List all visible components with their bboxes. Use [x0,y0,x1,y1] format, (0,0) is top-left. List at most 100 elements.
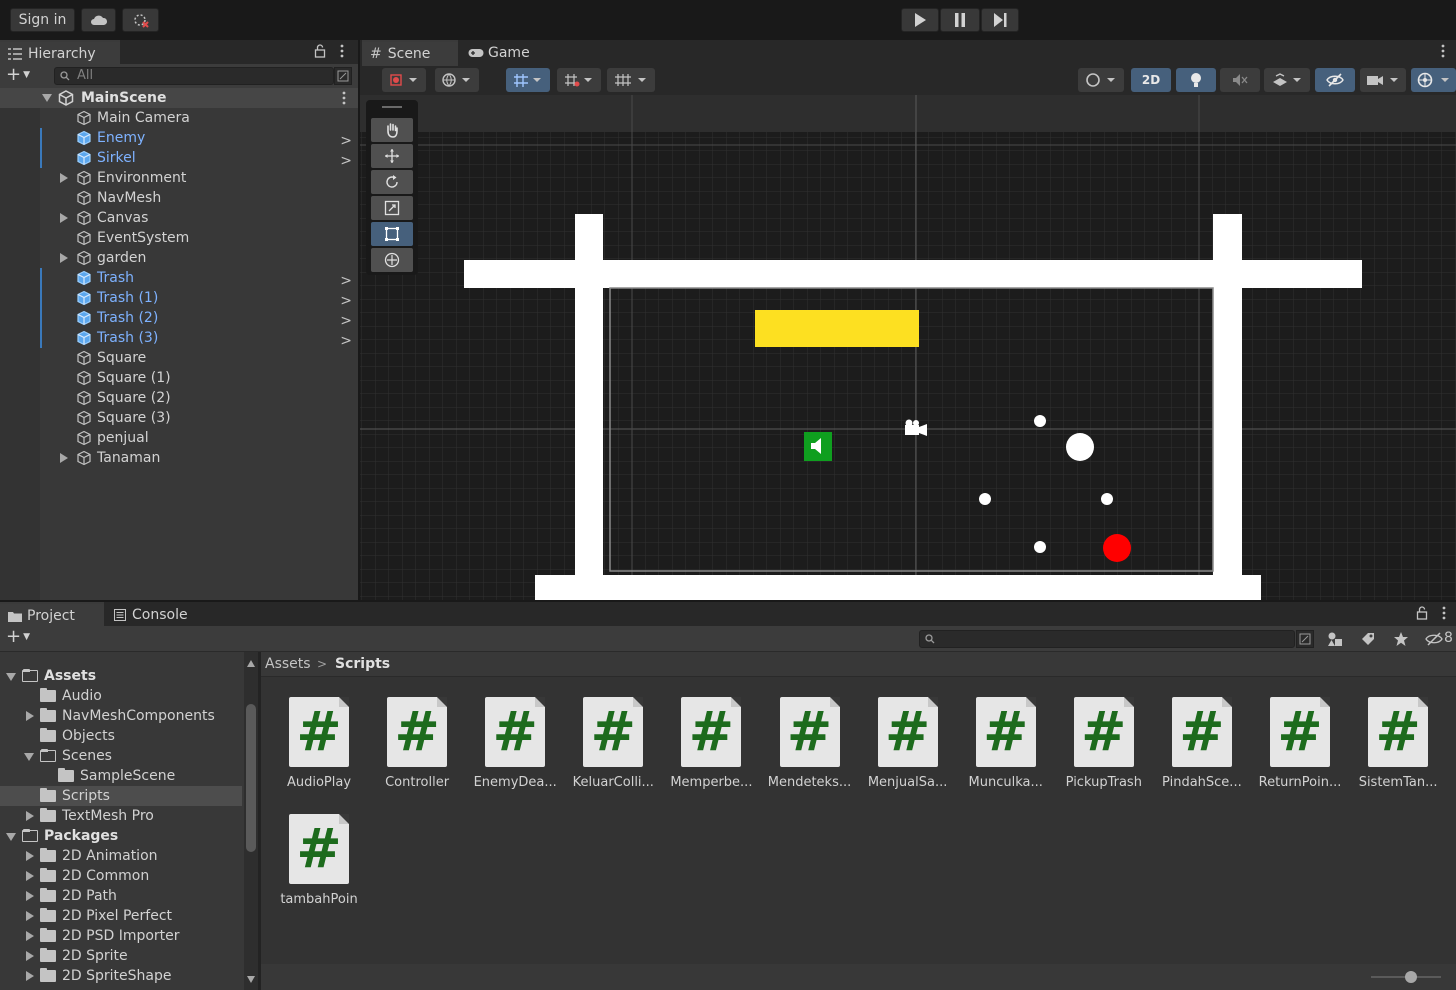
expanded-arrow-icon[interactable] [6,673,16,681]
transform-tool-button[interactable] [371,248,413,272]
collapsed-arrow-icon[interactable] [26,971,34,981]
scene-menu-icon[interactable] [341,91,347,105]
folder-tree-item[interactable]: 2D Pixel Perfect [0,906,242,926]
trash-ball[interactable] [979,493,991,505]
move-tool-button[interactable] [371,144,413,168]
script-asset[interactable]: # PindahSce... [1157,697,1247,797]
cloud-button[interactable] [81,8,116,32]
filter-by-type-icon[interactable] [1327,631,1343,647]
folder-tree-item[interactable]: SampleScene [0,766,242,786]
folder-tree-item[interactable]: 2D Path [0,886,242,906]
tab-scene[interactable]: # Scene [362,40,458,66]
script-asset[interactable]: # SistemTan... [1353,697,1443,797]
trash-ball[interactable] [1034,541,1046,553]
hierarchy-item[interactable]: Trash (1) > [0,288,358,309]
collapsed-arrow-icon[interactable] [26,931,34,941]
folder-tree-item[interactable]: Assets [0,666,242,686]
trash-ball[interactable] [1101,493,1113,505]
search-filter-button[interactable] [1296,630,1314,648]
grid-visibility-dropdown[interactable] [607,68,655,92]
label-tag-icon[interactable] [1360,631,1376,647]
expand-arrow-icon[interactable] [60,253,68,263]
expand-arrow-icon[interactable] [60,213,68,223]
folder-tree-item[interactable]: NavMeshComponents [0,706,242,726]
hierarchy-item[interactable]: Environment [0,168,358,188]
scrollbar-thumb[interactable] [246,704,256,852]
search-filter-button[interactable] [334,67,352,85]
trash-ball[interactable] [1034,415,1046,427]
folder-tree-item[interactable]: TextMesh Pro [0,806,242,826]
collab-button[interactable] [122,8,159,32]
hierarchy-item[interactable]: garden [0,248,358,268]
create-dropdown[interactable]: + ▼ [6,66,40,85]
left-wall[interactable] [575,214,603,580]
play-button[interactable] [901,8,939,32]
hand-tool-button[interactable] [371,118,413,142]
hierarchy-item[interactable]: Square (3) [0,408,358,428]
script-asset[interactable]: # Munculka... [961,697,1051,797]
breadcrumb-assets[interactable]: Assets [265,652,311,677]
hierarchy-item[interactable]: Main Camera [0,108,358,128]
step-button[interactable] [981,8,1019,32]
script-asset[interactable]: # Memperbe... [666,697,756,797]
folder-tree-item[interactable]: Packages [0,826,242,846]
folder-tree-item[interactable]: 2D Sprite [0,946,242,966]
zoom-slider-handle[interactable] [1405,971,1417,983]
player-circle[interactable] [1066,433,1094,461]
tree-scrollbar[interactable] [244,652,258,990]
grid-snap-dropdown[interactable] [506,68,550,92]
audio-toggle[interactable] [1220,68,1260,92]
script-asset[interactable]: # tambahPoin [274,814,364,914]
expand-arrow-icon[interactable] [60,173,68,183]
scene-viewport[interactable] [360,95,1456,600]
lighting-toggle[interactable] [1176,68,1216,92]
hierarchy-item[interactable]: Trash (2) > [0,308,358,329]
hierarchy-item[interactable]: Tanaman [0,448,358,468]
sign-in-button[interactable]: Sign in [10,8,75,32]
script-asset[interactable]: # EnemyDea... [470,697,560,797]
project-search-input[interactable] [919,630,1295,648]
hierarchy-item[interactable]: Canvas [0,208,358,228]
tab-game[interactable]: Game [460,40,550,66]
collapsed-arrow-icon[interactable] [26,811,34,821]
kebab-menu-icon[interactable] [339,44,345,58]
collapsed-arrow-icon[interactable] [26,891,34,901]
lock-icon[interactable] [1416,606,1428,620]
hidden-objects-toggle[interactable] [1315,68,1355,92]
folder-tree-item[interactable]: Scripts [0,786,242,806]
camera-dropdown[interactable] [1360,68,1406,92]
collapsed-arrow-icon[interactable] [26,711,34,721]
hierarchy-item[interactable]: Square [0,348,358,368]
hierarchy-item[interactable]: penjual [0,428,358,448]
scene-canvas[interactable] [360,95,1456,600]
mode-2d-toggle[interactable]: 2D [1131,68,1171,92]
rotate-tool-button[interactable] [371,170,413,194]
script-asset[interactable]: # KeluarColli... [568,697,658,797]
folder-tree-item[interactable]: Objects [0,726,242,746]
enemy-circle[interactable] [1103,534,1131,562]
collapsed-arrow-icon[interactable] [26,911,34,921]
favorite-star-icon[interactable] [1393,631,1409,647]
hierarchy-item[interactable]: Trash > [0,268,358,289]
palette-drag-handle[interactable] [382,106,402,108]
breadcrumb-scripts[interactable]: Scripts [335,652,390,677]
collapsed-arrow-icon[interactable] [26,951,34,961]
rect-tool-button[interactable] [371,222,413,246]
draw-mode-dropdown[interactable] [382,68,426,92]
script-asset[interactable]: # Mendeteks... [765,697,855,797]
collapsed-arrow-icon[interactable] [26,851,34,861]
folder-tree-item[interactable]: 2D PSD Importer [0,926,242,946]
bottom-wall[interactable] [535,575,1261,600]
panel-divider[interactable] [358,40,360,602]
scroll-down-arrow-icon[interactable] [247,976,255,983]
script-asset[interactable]: # MenjualSa... [863,697,953,797]
hierarchy-item[interactable]: NavMesh [0,188,358,208]
hierarchy-item[interactable]: Trash (3) > [0,328,358,349]
shading-dropdown[interactable] [1078,68,1124,92]
folder-tree-item[interactable]: 2D SpriteShape [0,966,242,986]
project-create-dropdown[interactable]: + ▼ [6,628,40,647]
folder-tree-item[interactable]: 2D Common [0,866,242,886]
yellow-block[interactable] [755,310,919,347]
tab-hierarchy[interactable]: Hierarchy [0,40,120,66]
scale-tool-button[interactable] [371,196,413,220]
